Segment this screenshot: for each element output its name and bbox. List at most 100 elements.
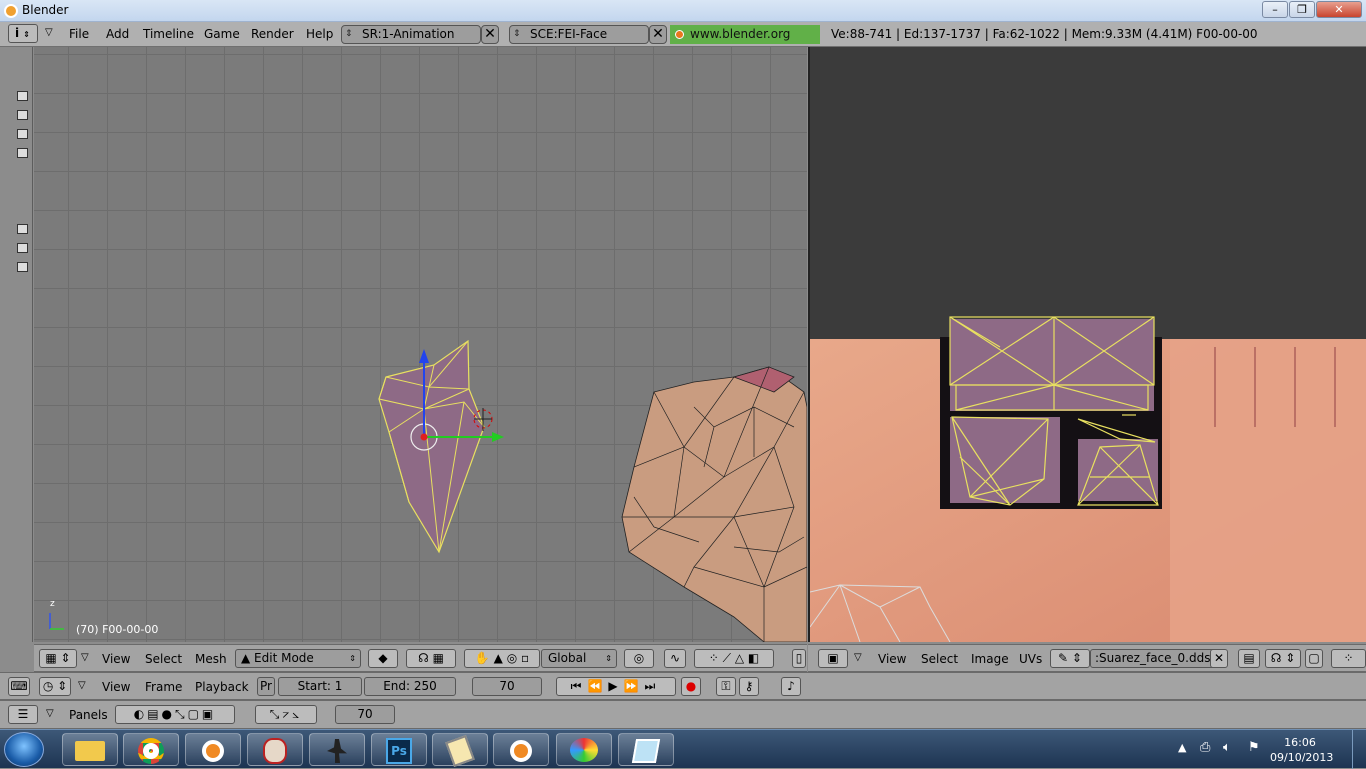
pivot-icon[interactable]: ☊ ▦ xyxy=(406,649,456,668)
axis-z-label: z xyxy=(50,599,55,609)
menu-image[interactable]: Image xyxy=(971,652,1009,666)
image-editor-type-icon[interactable]: ▣ xyxy=(818,649,848,668)
collapse-menu-icon[interactable]: ▽ xyxy=(45,27,53,38)
skull-app-icon[interactable] xyxy=(247,733,303,766)
chrome-icon[interactable] xyxy=(123,733,179,766)
volume-icon[interactable]: 🔈︎ xyxy=(1223,740,1231,755)
head-mesh[interactable] xyxy=(621,366,807,642)
current-frame-field[interactable]: 70 xyxy=(472,677,542,696)
mode-selector[interactable]: ▲ Edit Mode ⇕ xyxy=(235,649,361,668)
timeline-header: ⌨ ◷ ⇕ ▽ View Frame Playback Pr Start: 1 … xyxy=(0,672,1366,700)
clipboard-icon[interactable]: ▯ xyxy=(792,649,806,668)
menu-frame[interactable]: Frame xyxy=(145,680,182,694)
system-clock[interactable]: 16:06 09/10/2013 xyxy=(1270,735,1333,765)
proportional-edit-icon[interactable]: ◎ xyxy=(624,649,654,668)
image-icon[interactable] xyxy=(17,243,28,253)
image-icon[interactable] xyxy=(17,129,28,139)
menu-add[interactable]: Add xyxy=(106,27,129,41)
screen-selector[interactable]: ⇕ SR:1-Animation xyxy=(341,25,481,44)
maximize-icon[interactable]: ❐ xyxy=(1289,1,1315,18)
blender-website-link[interactable]: www.blender.org 249.2 xyxy=(670,25,820,60)
orientation-selector[interactable]: Global ⇕ xyxy=(541,649,617,668)
timeline-editor-icon[interactable]: ⌨ xyxy=(8,677,30,696)
minimize-icon[interactable]: – xyxy=(1262,1,1288,18)
uv-image-editor[interactable] xyxy=(808,47,1366,642)
pack-icon[interactable]: ▤ xyxy=(1238,649,1260,668)
menu-view[interactable]: View xyxy=(878,652,906,666)
paint-icon[interactable] xyxy=(556,733,612,766)
show-desktop-button[interactable] xyxy=(1352,730,1366,769)
menu-file[interactable]: File xyxy=(69,27,89,41)
snap-icon[interactable]: ∿ xyxy=(664,649,686,668)
scene-stats: Ve:88-741 | Ed:137-1737 | Fa:62-1022 | M… xyxy=(831,27,1258,41)
audio-icon[interactable]: ♪ xyxy=(781,677,801,696)
end-frame-field[interactable]: End: 250 xyxy=(364,677,456,696)
menu-panels[interactable]: Panels xyxy=(69,708,108,722)
image-icon[interactable] xyxy=(17,262,28,272)
collapse-menu-icon[interactable]: ▽ xyxy=(854,652,862,663)
uv-snap-icon[interactable]: ☊ ⇕ xyxy=(1265,649,1301,668)
3d-viewport[interactable]: z (70) F00-00-00 xyxy=(34,47,807,642)
menu-help[interactable]: Help xyxy=(306,27,333,41)
action-center-icon[interactable]: ⚑ xyxy=(1248,740,1260,755)
viewport-canvas xyxy=(49,339,807,642)
collapse-menu-icon[interactable]: ▽ xyxy=(78,680,86,691)
start-button[interactable] xyxy=(4,732,44,767)
menu-render[interactable]: Render xyxy=(251,27,294,41)
menu-uvs[interactable]: UVs xyxy=(1019,652,1042,666)
context-buttons[interactable]: ◐▤●⤡▢▣ xyxy=(115,705,235,724)
key-icon[interactable]: ⚷ xyxy=(739,677,759,696)
window-title: Blender xyxy=(22,3,69,17)
scene-selector[interactable]: ⇕ SCE:FEI-Face xyxy=(509,25,649,44)
close-icon[interactable]: ✕ xyxy=(1316,1,1362,18)
image-icon[interactable] xyxy=(17,110,28,120)
axis-gizmo xyxy=(49,613,64,630)
collapse-menu-icon[interactable]: ▽ xyxy=(81,652,89,663)
select-mode-icons[interactable]: ⁘ ⟋ △ ◧ xyxy=(694,649,774,668)
sticky-icon[interactable]: ▢ xyxy=(1305,649,1323,668)
screen-delete-icon[interactable]: ✕ xyxy=(481,25,499,44)
paperclip-app-icon[interactable] xyxy=(432,733,488,767)
buttons-header: ☰ ▽ Panels ◐▤●⤡▢▣ ⤡⦢⦣ 70 xyxy=(0,700,1366,729)
playback-controls[interactable]: ⏮⏪▶⏩⏭ xyxy=(556,677,676,696)
image-name-field[interactable]: :Suarez_face_0.dds xyxy=(1090,649,1218,668)
counter-strike-icon[interactable] xyxy=(309,733,365,766)
menu-playback[interactable]: Playback xyxy=(195,680,249,694)
keyframe-icon[interactable]: ⚿ xyxy=(716,677,736,696)
tray-expand-icon[interactable]: ▲ xyxy=(1178,741,1186,754)
menu-timeline[interactable]: Timeline xyxy=(143,27,194,41)
info-icon[interactable]: i ⇕ xyxy=(8,24,38,43)
uv-select-icons[interactable]: ⁘ xyxy=(1331,649,1366,668)
buttons-editor-icon[interactable]: ☰ xyxy=(8,705,38,724)
image-browse-icon[interactable]: ✎ ⇕ xyxy=(1050,649,1090,668)
blender-icon[interactable] xyxy=(185,733,241,766)
explorer-icon[interactable] xyxy=(62,733,118,766)
menu-mesh[interactable]: Mesh xyxy=(195,652,227,666)
buttons-frame-field[interactable]: 70 xyxy=(335,705,395,724)
tablet-app-icon[interactable] xyxy=(618,733,674,766)
photoshop-icon[interactable]: Ps xyxy=(371,733,427,766)
preview-range-toggle[interactable]: Pr xyxy=(257,677,275,696)
image-unlink-icon[interactable]: ✕ xyxy=(1210,649,1228,668)
timeline-type-icon[interactable]: ◷ ⇕ xyxy=(39,677,71,696)
manipulator-icons[interactable]: ✋ ▲ ◎ ▫ xyxy=(464,649,540,668)
image-icon[interactable] xyxy=(17,224,28,234)
image-icon[interactable] xyxy=(17,148,28,158)
menu-select[interactable]: Select xyxy=(921,652,958,666)
menu-select[interactable]: Select xyxy=(145,652,182,666)
menu-view[interactable]: View xyxy=(102,680,130,694)
editor-type-grid-icon[interactable]: ▦ ⇕ xyxy=(39,649,77,668)
record-icon[interactable]: ● xyxy=(681,677,701,696)
image-icon[interactable] xyxy=(17,91,28,101)
title-bar: Blender – ❐ ✕ xyxy=(0,0,1366,22)
draw-type-icon[interactable]: ◆ xyxy=(368,649,398,668)
network-icon[interactable]: ⎙ xyxy=(1200,740,1210,755)
blender-icon-2[interactable] xyxy=(493,733,549,766)
selected-mesh-piece[interactable] xyxy=(378,339,504,554)
start-frame-field[interactable]: Start: 1 xyxy=(278,677,362,696)
collapse-menu-icon[interactable]: ▽ xyxy=(46,708,54,719)
menu-game[interactable]: Game xyxy=(204,27,240,41)
sub-context-buttons[interactable]: ⤡⦢⦣ xyxy=(255,705,317,724)
menu-view[interactable]: View xyxy=(102,652,130,666)
scene-delete-icon[interactable]: ✕ xyxy=(649,25,667,44)
